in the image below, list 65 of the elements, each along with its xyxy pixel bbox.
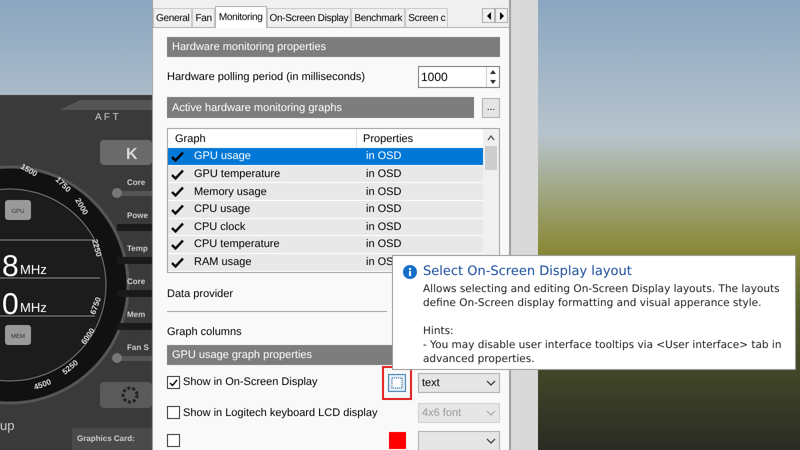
meter-bar <box>117 257 152 264</box>
checkbox-label: Show in On-Screen Display <box>183 375 318 390</box>
control-label: Fan S <box>127 343 149 352</box>
slider-drawing <box>112 188 152 198</box>
profile-label: K <box>126 146 138 163</box>
readout-unit: MHz <box>20 300 47 315</box>
control-label: Mem <box>127 310 146 319</box>
layout-button[interactable] <box>388 374 406 392</box>
chevron-down-icon <box>486 410 496 416</box>
meter-bar <box>117 290 152 297</box>
tab[interactable]: On-Screen Display <box>266 8 352 27</box>
field-label: Graph columns <box>167 324 242 338</box>
tab[interactable]: Fan <box>192 8 215 27</box>
tooltip-text: Allows selecting and editing On-Screen Display layouts. The layouts define On-Screen display formatting and visual apperance style. <box>423 282 781 310</box>
field-label: Hardware polling period (in milliseconds) <box>167 70 366 86</box>
gauge-tick-label: 1500 <box>19 162 39 179</box>
section-header: Active hardware monitoring graphs <box>167 97 474 118</box>
card-label: Graphics Card: <box>77 434 135 443</box>
gauge-tick-label: 2250 <box>90 238 104 258</box>
section-header: Hardware monitoring properties <box>167 37 500 58</box>
dropdown[interactable]: text <box>418 372 500 393</box>
checkbox[interactable] <box>167 376 180 390</box>
chip-icon <box>5 325 31 345</box>
readout-value: 8 <box>2 250 19 283</box>
readout-unit: MHz <box>20 262 47 277</box>
number-field[interactable]: 1000 <box>418 66 500 88</box>
more-button[interactable]: ... <box>482 98 500 118</box>
gear-icon <box>122 386 138 404</box>
info-icon <box>403 264 417 279</box>
tab[interactable]: General <box>153 8 192 27</box>
checkbox[interactable] <box>167 434 180 447</box>
control-label: Powe <box>127 211 148 220</box>
logo-text: A F T <box>95 112 119 123</box>
list-row[interactable]: CPU temperature in OSD <box>168 236 483 253</box>
gauge-tick-label: 4500 <box>32 377 52 392</box>
tab-scroll-button[interactable] <box>495 8 508 23</box>
tab[interactable]: Monitoring <box>214 6 267 28</box>
color-swatch[interactable] <box>389 432 406 450</box>
control-label: Temp <box>127 244 148 253</box>
list-row[interactable]: CPU usage in OSD <box>168 201 483 218</box>
list-row[interactable]: Memory usage in OSD <box>168 183 483 200</box>
tooltip-text: Hints: <box>423 324 455 338</box>
gauge-tick-label: 6750 <box>88 296 103 316</box>
skin-label: up <box>0 418 14 433</box>
tab[interactable]: Screen c <box>405 8 448 27</box>
field-label: Data provider <box>167 286 234 300</box>
meter-bar <box>117 224 152 231</box>
scroll-up-icon <box>487 135 495 142</box>
list-row[interactable]: GPU temperature in OSD <box>168 166 483 182</box>
scroll-thumb[interactable] <box>485 146 497 170</box>
list-row[interactable]: GPU usage in OSD <box>168 148 483 165</box>
control-label: Core <box>127 277 146 286</box>
slider-drawing <box>112 353 152 363</box>
meter-bar <box>117 323 152 330</box>
chevron-down-icon <box>486 380 496 386</box>
layout-icon <box>391 376 403 389</box>
checkbox-label: Show in Logitech keyboard LCD display <box>183 406 378 421</box>
chevron-down-icon <box>486 438 496 444</box>
control-label: Core <box>127 178 146 187</box>
chip-icon <box>5 200 31 220</box>
tab[interactable]: Benchmark <box>351 8 406 27</box>
readout-value: 0 <box>2 288 19 321</box>
column-header[interactable]: Properties <box>357 130 414 148</box>
list-row[interactable]: CPU clock in OSD <box>168 218 483 236</box>
tab-scroll-button[interactable] <box>482 8 495 23</box>
